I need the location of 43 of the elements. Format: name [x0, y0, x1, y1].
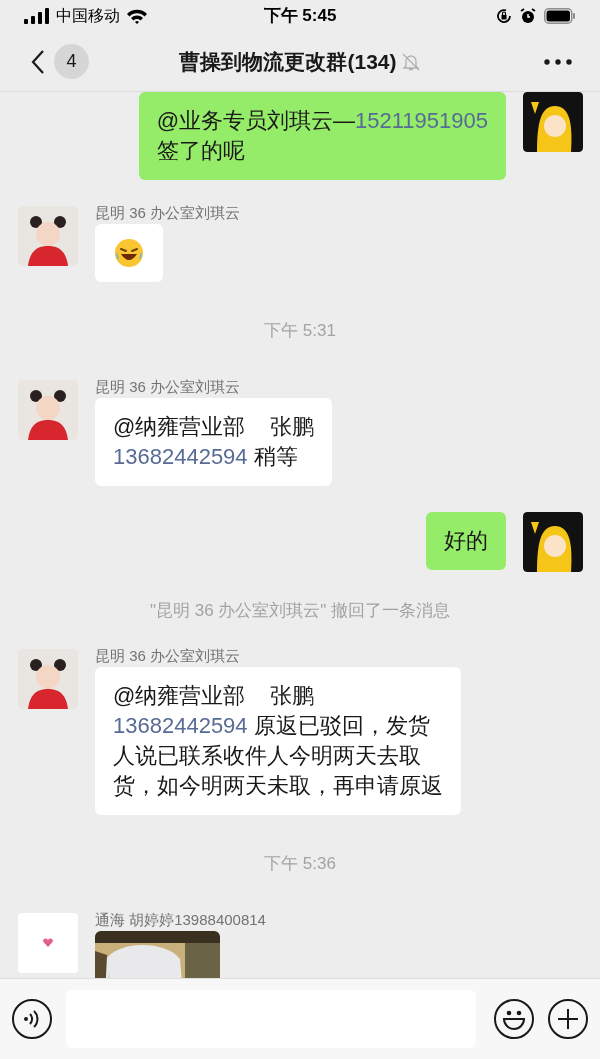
- phone-link[interactable]: 13682442594: [113, 713, 248, 738]
- message-text: @业务专员刘琪云—15211951905 签了的呢: [156, 107, 488, 165]
- voice-icon: [23, 1009, 41, 1029]
- message-text: 好的: [444, 526, 488, 555]
- sender-name: 昆明 36 办公室刘琪云: [95, 647, 241, 665]
- avatar[interactable]: [18, 379, 78, 440]
- phone-link[interactable]: 15211951905: [355, 108, 488, 133]
- heart-icon: [43, 938, 53, 947]
- plus-icon: [558, 1009, 578, 1029]
- sender-name: 通海 胡婷婷13988400814: [95, 910, 266, 929]
- battery-icon: [544, 8, 576, 24]
- unread-count: 4: [54, 44, 89, 79]
- chat-title: 曹操到物流更改群(134): [179, 48, 397, 75]
- message-bubble[interactable]: @业务专员刘琪云—15211951905 签了的呢: [138, 92, 506, 180]
- sender-name: 昆明 36 办公室刘琪云: [95, 204, 241, 222]
- rotation-lock-icon: [496, 8, 512, 24]
- phone-link[interactable]: 13682442594: [113, 443, 248, 469]
- back-icon: [31, 48, 45, 75]
- timestamp: 下午 5:31: [264, 320, 336, 342]
- avatar[interactable]: [523, 92, 583, 152]
- avatar[interactable]: [18, 649, 78, 709]
- message-bubble[interactable]: @纳雍营业部 张鹏 13682442594 原返已驳回，发货 人说已联系收件人今明两天去取 货，如今明两天未取，再申请原返: [95, 667, 461, 815]
- more-icon: [544, 58, 572, 65]
- laughing-face-icon: [114, 238, 144, 268]
- add-button[interactable]: [548, 999, 588, 1039]
- avatar[interactable]: [523, 511, 583, 572]
- message-text: @纳雍营业部 张鹏 13682442594 原返已驳回，发货 人说已联系收件人今明两天去取 货，如今明两天未取，再申请原返: [113, 682, 443, 800]
- alarm-icon: [520, 8, 536, 24]
- timestamp: 下午 5:36: [264, 853, 336, 875]
- smiley-icon: [501, 1008, 527, 1030]
- avatar[interactable]: [18, 206, 78, 266]
- emoji-button[interactable]: [494, 999, 534, 1039]
- carrier-name: 中国移动: [56, 6, 120, 26]
- signal-icon: [24, 8, 50, 24]
- message-bubble[interactable]: 好的: [426, 511, 506, 570]
- system-notice: "昆明 36 办公室刘琪云" 撤回了一条消息: [149, 599, 451, 622]
- message-bubble[interactable]: @纳雍营业部 张鹏 13682442594 稍等: [95, 397, 332, 486]
- message-bubble[interactable]: [95, 224, 163, 282]
- clock-time: 下午 5:45: [263, 5, 337, 28]
- wifi-icon: [126, 8, 148, 24]
- sender-name: 昆明 36 办公室刘琪云: [95, 377, 241, 396]
- voice-button[interactable]: [12, 999, 52, 1039]
- message-text: @纳雍营业部 张鹏 13682442594 稍等: [113, 412, 314, 471]
